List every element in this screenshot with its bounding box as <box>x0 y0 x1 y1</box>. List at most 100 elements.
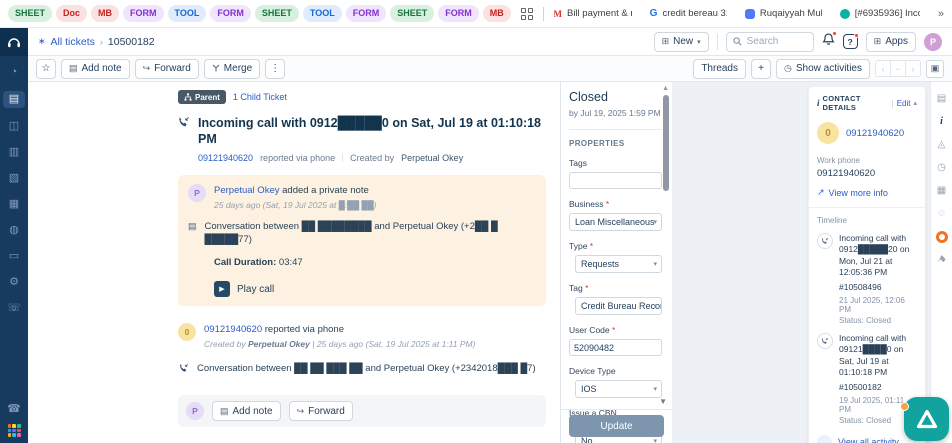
sidebar-item-analytics[interactable]: ◍ <box>4 223 24 238</box>
tab-group-chip[interactable]: SHEET <box>390 5 434 22</box>
play-call-button[interactable]: ▶ <box>214 281 230 297</box>
apps-grid-icon: ⊞ <box>874 36 882 47</box>
right-widgets-column: i CONTACT DETAILS | Edit ▴ 0 09121940620… <box>808 86 926 443</box>
scroll-up-arrow[interactable]: ▲ <box>662 85 669 92</box>
collapse-chevron-icon[interactable]: ▴ <box>913 99 917 107</box>
contact-info-icon[interactable]: i <box>940 116 943 127</box>
timeline-item[interactable]: Incoming call with 0912█████20 on Mon, J… <box>817 233 917 325</box>
device-type-select[interactable]: IOS <box>575 380 662 398</box>
requester-link[interactable]: 09121940620 <box>198 153 253 163</box>
footer-add-note-button[interactable]: ▤ Add note <box>212 401 281 421</box>
sidebar-item-admin[interactable]: ⚙ <box>4 275 24 290</box>
tab-overflow-chevron[interactable]: » <box>938 8 944 20</box>
tab-group-chip[interactable]: FORM <box>438 5 479 22</box>
forward-button[interactable]: ↪ Forward <box>135 59 199 79</box>
note-author-link[interactable]: Perpetual Okey <box>214 185 279 196</box>
phone-icon[interactable]: ☎ <box>7 402 21 415</box>
pager-middle-button[interactable]: − <box>890 60 906 77</box>
scroll-down-arrow[interactable]: ▼ <box>659 397 667 406</box>
view-all-activity-link[interactable]: → View all activity <box>817 435 917 443</box>
add-note-button[interactable]: ▤ Add note <box>61 59 130 79</box>
sidebar-item-channels[interactable]: ☏ <box>4 301 24 316</box>
help-icon[interactable]: ? <box>843 34 858 49</box>
tab-group-chip[interactable]: TOOL <box>168 5 207 22</box>
business-select[interactable]: Loan Miscellaneous <box>569 213 662 231</box>
properties-scrollbar[interactable] <box>663 95 669 191</box>
bookmark-icon[interactable]: ⚑ <box>935 254 948 268</box>
divider <box>717 34 718 50</box>
user-avatar[interactable]: P <box>924 33 942 51</box>
tab-group-chip[interactable]: FORM <box>346 5 387 22</box>
tab-group-chip[interactable]: MB <box>91 5 119 22</box>
prev-ticket-button[interactable]: ‹ <box>875 60 891 77</box>
timeline-title[interactable]: Incoming call with 0912█████20 on Mon, J… <box>839 233 917 279</box>
tab-group-chip[interactable]: TOOL <box>303 5 342 22</box>
back-to-list-icon[interactable]: ∗ <box>38 36 46 47</box>
tags-input[interactable] <box>569 172 662 189</box>
app-orange-icon[interactable] <box>936 231 948 243</box>
tag-select[interactable]: Credit Bureau Records <box>575 297 662 315</box>
type-select[interactable]: Requests <box>575 255 662 273</box>
more-actions-button[interactable]: ⋮ <box>265 59 285 79</box>
apps-button[interactable]: ⊞ Apps <box>866 32 916 52</box>
next-ticket-button[interactable]: › <box>905 60 921 77</box>
todo-icon[interactable]: ▦ <box>937 185 946 196</box>
note-icon: ▤ <box>188 221 197 247</box>
footer-forward-button[interactable]: ↪ Forward <box>289 401 353 421</box>
tab-grid-icon[interactable] <box>521 8 533 20</box>
merge-button[interactable]: Merge <box>204 59 260 79</box>
notifications-bell-icon[interactable] <box>822 33 835 51</box>
sidebar-item-chat[interactable]: ▭ <box>4 249 24 264</box>
browser-tab[interactable]: [#6935936] Incomin... <box>840 8 920 19</box>
timeline-title[interactable]: Incoming call with 09121████0 on Sat, Ju… <box>839 333 917 379</box>
sidebar-item-tickets[interactable]: ▤ <box>3 91 25 108</box>
timeline-ticket-id: #10500182 <box>839 382 917 392</box>
contact-name-link[interactable]: 09121940620 <box>846 128 904 139</box>
tab-group-chip[interactable]: SHEET <box>8 5 52 22</box>
sidebar-item-contacts[interactable]: ◫ <box>4 119 24 134</box>
star-button[interactable]: ☆ <box>36 59 56 79</box>
threads-button[interactable]: Threads <box>693 59 746 79</box>
freshworks-assist-button[interactable] <box>904 397 949 441</box>
expand-layout-button[interactable]: ▣ <box>926 60 944 78</box>
ticket-details-icon[interactable]: ▤ <box>937 93 946 104</box>
note-timestamp: 25 days ago (Sat, 19 Jul 2025 at █:██ ██… <box>214 200 376 210</box>
sidebar-item-calendar[interactable]: ▦ <box>4 197 24 212</box>
child-ticket-link[interactable]: 1 Child Ticket <box>233 92 287 102</box>
freshdesk-logo[interactable] <box>0 28 28 56</box>
notification-dot <box>832 31 837 36</box>
tab-group-chip[interactable]: SHEET <box>255 5 299 22</box>
sidebar-item-forums[interactable]: ▧ <box>4 171 24 186</box>
browser-tab[interactable]: G credit bereau 31/10... <box>650 8 727 19</box>
sidebar-item-solutions[interactable]: ▥ <box>4 145 24 160</box>
tab-group-chip[interactable]: MB <box>483 5 511 22</box>
divider <box>569 129 662 130</box>
created-by-value: Perpetual Okey <box>401 153 463 163</box>
plus-square-icon: ⊞ <box>662 36 670 47</box>
parent-child-icon[interactable]: ◬ <box>938 139 946 150</box>
search-icon <box>733 37 742 46</box>
merge-icon <box>212 64 220 74</box>
new-button[interactable]: ⊞ New ▾ <box>654 32 709 52</box>
work-phone-value: 09121940620 <box>817 168 917 179</box>
tab-group-chip[interactable]: FORM <box>123 5 164 22</box>
user-code-input[interactable] <box>569 339 662 356</box>
tab-group-chip[interactable]: Doc <box>56 5 87 22</box>
timeline-item[interactable]: Incoming call with 09121████0 on Sat, Ju… <box>817 333 917 425</box>
update-button[interactable]: Update <box>569 415 664 437</box>
reply-author-link[interactable]: 09121940620 <box>204 324 262 335</box>
tab-group-chip[interactable]: FORM <box>210 5 251 22</box>
show-activities-button[interactable]: ◷ Show activities <box>776 59 870 79</box>
csat-smiley-icon[interactable]: ☺ <box>936 208 946 219</box>
add-thread-button[interactable]: + <box>751 59 771 79</box>
search-input[interactable]: Search <box>726 32 814 52</box>
browser-tab[interactable]: Ruqaiyyah Muham... <box>745 8 822 19</box>
app-switcher-icon[interactable] <box>8 424 21 437</box>
time-logs-icon[interactable]: ◷ <box>937 162 946 173</box>
view-more-info-link[interactable]: ↗ View more info <box>817 187 917 198</box>
contact-details-card: i CONTACT DETAILS | Edit ▴ 0 09121940620… <box>808 86 926 443</box>
sidebar-item-dashboard[interactable]: ◔ <box>4 65 24 80</box>
browser-tab[interactable]: M Bill payment & refer... <box>554 8 632 19</box>
edit-contact-link[interactable]: Edit <box>897 99 911 108</box>
breadcrumb-all-tickets[interactable]: All tickets <box>51 36 95 48</box>
